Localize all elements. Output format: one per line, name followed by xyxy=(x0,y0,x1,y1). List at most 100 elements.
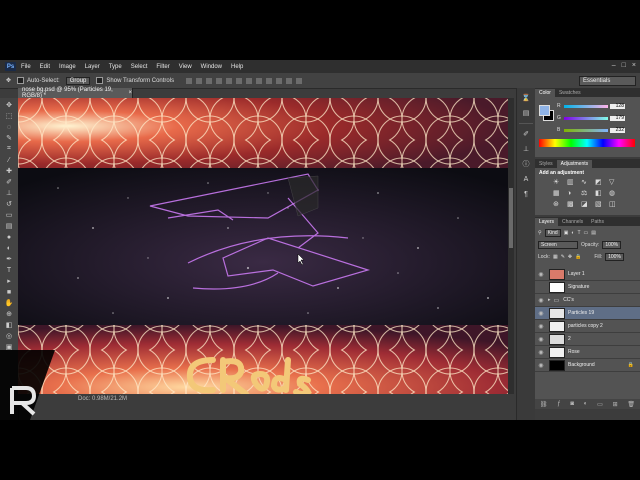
auto-select-option[interactable]: Auto-Select: xyxy=(17,77,60,84)
visibility-eye-icon[interactable]: ◉ xyxy=(537,271,545,278)
align-left-icon[interactable] xyxy=(216,77,223,84)
menu-window[interactable]: Window xyxy=(201,64,222,70)
threshold-icon[interactable]: ◫ xyxy=(609,201,616,208)
posterize-icon[interactable]: ▧ xyxy=(595,201,602,208)
path-select-tool-icon[interactable]: ▸ xyxy=(4,277,14,285)
layer-row[interactable]: ◉ Particles 19 xyxy=(535,307,640,320)
new-layer-icon[interactable]: ⊞ xyxy=(613,401,618,408)
gradient-tool-icon[interactable]: ▤ xyxy=(4,222,14,230)
new-group-icon[interactable]: ▭ xyxy=(597,401,603,408)
lookup-icon[interactable]: ▩ xyxy=(567,201,574,208)
foreground-color-swatch[interactable] xyxy=(539,105,550,116)
align-top-icon[interactable] xyxy=(186,77,193,84)
hue-icon[interactable]: ◑ xyxy=(567,190,574,197)
menu-select[interactable]: Select xyxy=(131,64,148,70)
clone-stamp-tool-icon[interactable]: ⊥ xyxy=(4,189,14,197)
levels-icon[interactable]: ▥ xyxy=(567,179,574,186)
visibility-eye-icon[interactable]: ◉ xyxy=(537,323,545,330)
layer-filter-kind[interactable]: Kind xyxy=(544,229,561,237)
hand-tool-icon[interactable]: ✋ xyxy=(4,299,14,307)
menu-edit[interactable]: Edit xyxy=(40,64,50,70)
align-right-icon[interactable] xyxy=(236,77,243,84)
delete-layer-icon[interactable]: 🗑 xyxy=(627,401,635,408)
menu-image[interactable]: Image xyxy=(59,64,76,70)
link-layers-icon[interactable]: ⛓ xyxy=(540,401,548,408)
distribute-middle-icon[interactable] xyxy=(256,77,263,84)
healing-tool-icon[interactable]: ✚ xyxy=(4,167,14,175)
gradient-icon[interactable]: ▽ xyxy=(609,179,616,186)
vibrance-icon[interactable]: ▦ xyxy=(553,190,560,197)
visibility-eye-icon[interactable]: ◉ xyxy=(537,349,545,356)
zoom-tool-icon[interactable]: ⊕ xyxy=(4,310,14,318)
distribute-center-icon[interactable] xyxy=(286,77,293,84)
visibility-eye-icon[interactable]: ◉ xyxy=(537,310,545,317)
minimize-button[interactable]: – xyxy=(612,62,616,69)
maximize-button[interactable]: □ xyxy=(622,62,626,69)
properties-icon[interactable]: ▤ xyxy=(521,108,531,118)
tab-color[interactable]: Color xyxy=(535,89,555,97)
green-value[interactable]: 179 xyxy=(610,115,625,121)
move-tool-icon[interactable]: ✥ xyxy=(6,77,11,84)
bw-icon[interactable]: ◧ xyxy=(595,190,602,197)
tab-channels[interactable]: Channels xyxy=(558,218,587,226)
red-value[interactable]: 128 xyxy=(610,103,625,109)
screen-mode-icon[interactable]: ▣ xyxy=(4,343,14,351)
workspace-switcher[interactable]: Essentials xyxy=(579,76,636,86)
tab-swatches[interactable]: Swatches xyxy=(555,89,585,97)
lock-all-icon[interactable]: 🔒 xyxy=(575,254,581,260)
menu-type[interactable]: Type xyxy=(109,64,122,70)
color-swatches-icon[interactable]: ◧ xyxy=(4,321,14,329)
scroll-thumb[interactable] xyxy=(509,188,513,248)
distribute-bottom-icon[interactable] xyxy=(266,77,273,84)
filter-smart-icon[interactable]: ▤ xyxy=(591,230,596,236)
document-canvas[interactable] xyxy=(18,98,508,394)
visibility-eye-icon[interactable]: ◉ xyxy=(537,297,545,304)
shape-tool-icon[interactable]: ■ xyxy=(4,288,14,296)
info-icon[interactable]: ⓘ xyxy=(521,159,531,169)
filter-type-icon[interactable]: T xyxy=(577,230,580,236)
filter-shape-icon[interactable]: ▭ xyxy=(584,230,589,236)
filter-adjust-icon[interactable]: ◐ xyxy=(571,230,574,236)
balance-icon[interactable]: ⚖ xyxy=(581,190,588,197)
layer-row[interactable]: ◉ Layer 1 xyxy=(535,268,640,281)
pen-tool-icon[interactable]: ✒ xyxy=(4,255,14,263)
menu-help[interactable]: Help xyxy=(231,64,243,70)
lock-pixels-icon[interactable]: ✎ xyxy=(561,254,565,260)
opacity-value[interactable]: 100% xyxy=(602,241,622,249)
layer-row[interactable]: ◉ 2 xyxy=(535,333,640,346)
tab-layers[interactable]: Layers xyxy=(535,218,559,226)
filter-pixel-icon[interactable]: ▣ xyxy=(564,230,569,236)
character-icon[interactable]: A xyxy=(521,174,531,184)
invert-icon[interactable]: ◪ xyxy=(581,201,588,208)
photo-filter-icon[interactable]: ◍ xyxy=(609,190,616,197)
history-icon[interactable]: ⌛ xyxy=(521,93,531,103)
visibility-eye-icon[interactable]: ◉ xyxy=(537,336,545,343)
quick-select-tool-icon[interactable]: ✎ xyxy=(4,134,14,142)
exposure-icon[interactable]: ◩ xyxy=(595,179,602,186)
fill-value[interactable]: 100% xyxy=(605,253,624,261)
brush-presets-icon[interactable]: ✐ xyxy=(521,129,531,139)
eyedropper-tool-icon[interactable]: ⁄ xyxy=(4,156,14,164)
close-tab-icon[interactable]: × xyxy=(128,90,132,96)
blue-value[interactable]: 232 xyxy=(610,127,625,133)
menu-file[interactable]: File xyxy=(21,64,31,70)
layer-row[interactable]: ◉ ▸ ▭ CC's xyxy=(535,294,640,307)
close-button[interactable]: × xyxy=(632,62,636,69)
align-center-icon[interactable] xyxy=(226,77,233,84)
blue-slider[interactable]: B 232 xyxy=(557,127,633,133)
marquee-tool-icon[interactable]: ⬚ xyxy=(4,112,14,120)
lasso-tool-icon[interactable]: ◌ xyxy=(4,123,14,131)
layer-style-icon[interactable]: ƒ xyxy=(557,401,560,407)
new-adjustment-icon[interactable]: ◐ xyxy=(584,401,588,407)
tab-paths[interactable]: Paths xyxy=(587,218,608,226)
add-mask-icon[interactable]: ◙ xyxy=(570,401,574,407)
vertical-scrollbar[interactable] xyxy=(508,98,514,394)
align-middle-icon[interactable] xyxy=(196,77,203,84)
brightness-icon[interactable]: ☀ xyxy=(553,179,560,186)
history-brush-tool-icon[interactable]: ↺ xyxy=(4,200,14,208)
menu-layer[interactable]: Layer xyxy=(85,64,100,70)
auto-select-checkbox[interactable] xyxy=(17,77,25,84)
blur-tool-icon[interactable]: ● xyxy=(4,233,14,241)
tab-styles[interactable]: Styles xyxy=(535,160,557,168)
move-tool-icon[interactable]: ✥ xyxy=(4,101,14,109)
